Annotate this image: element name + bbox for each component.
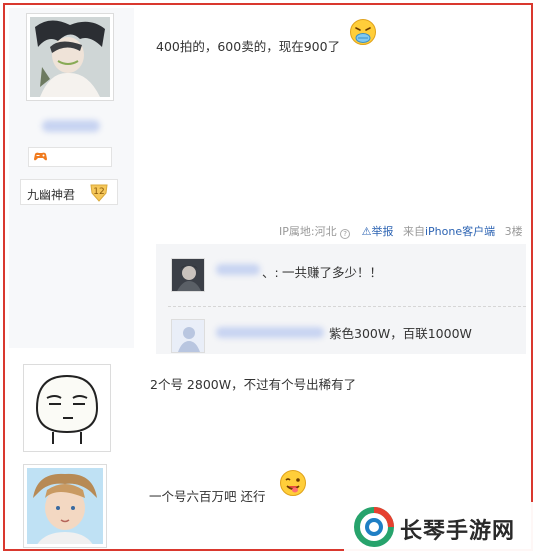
reply-avatar[interactable] [171,258,205,292]
user-avatar[interactable] [26,13,114,101]
user-avatar[interactable] [23,464,107,548]
help-icon[interactable]: ? [340,229,351,239]
post-content: 2个号 2800W，不过有个号出稀有了 [150,377,357,392]
warning-icon: ⚠ [361,225,372,238]
svg-text:12: 12 [93,187,104,197]
reply-content: 紫色300W，百联1000W [329,326,472,341]
username-blurred[interactable] [42,120,100,132]
client-link[interactable]: iPhone客户端 [425,225,495,238]
avatar-illustration [30,17,110,97]
wink-face-emoji-icon [279,469,307,501]
gamepad-icon [33,151,48,165]
medal-row [28,147,112,167]
post-content: 一个号六百万吧 还行 [149,489,266,504]
default-avatar-icon[interactable] [171,319,205,353]
reply-content: 一共赚了多少！！ [282,265,383,280]
post-content: 400拍的，600卖的，现在900了 [156,39,341,54]
watermark-text: 长琴手游网 [400,519,516,544]
level-badge-icon: 12 [89,182,109,202]
reply-list: 、: 一共赚了多少！！ 紫色300W，百联1000W [156,244,526,354]
site-watermark: 长琴手游网 [344,502,534,552]
report-link[interactable]: ⚠举报 [362,225,397,238]
meme-face-avatar [27,368,107,448]
forum-badge[interactable]: 九幽神君 12 [20,179,118,205]
floor-number: 3楼 [504,225,523,238]
ip-location: IP属地:河北 [279,225,337,238]
reply-username-blurred[interactable] [216,264,260,275]
sick-face-emoji-icon [349,18,377,50]
reply-item: 、: 一共赚了多少！！ [156,244,526,304]
reply-username-suffix: 、: [262,265,279,280]
user-avatar[interactable] [23,364,111,452]
badge-name: 九幽神君 [27,188,76,202]
reply-item: 紫色300W，百联1000W [156,307,526,354]
anime-boy-avatar [27,468,103,544]
post-meta: IP属地:河北 ? ⚠举报 来自iPhone客户端 3楼 [279,223,523,239]
watermark-logo-icon [354,507,394,551]
client-source: 来自iPhone客户端 [402,225,496,238]
reply-username-blurred[interactable] [216,327,324,338]
